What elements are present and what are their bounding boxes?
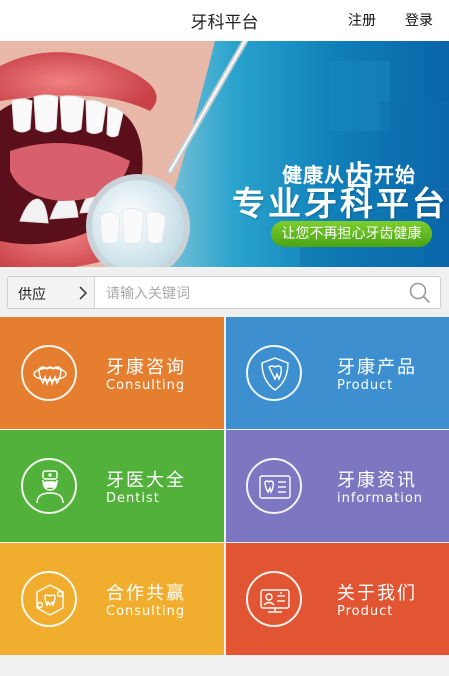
tile-title: 牙医大全 xyxy=(106,470,186,491)
banner-tagline: 让您不再担心牙齿健康 xyxy=(271,221,432,247)
tile-title: 合作共赢 xyxy=(106,583,186,604)
tile-consulting[interactable]: 牙康咨询 Consulting xyxy=(0,317,224,429)
tile-title: 牙康资讯 xyxy=(337,470,417,491)
category-select[interactable]: 供应 xyxy=(8,277,95,308)
tile-subtitle: Dentist xyxy=(106,491,160,506)
molecule-icon xyxy=(21,571,77,627)
banner-carousel[interactable]: 健康从齿开始 专业牙科平台 让您不再担心牙齿健康 xyxy=(0,41,449,267)
tile-title: 牙康产品 xyxy=(337,357,417,378)
tile-subtitle: information xyxy=(337,491,424,506)
profile-card-icon xyxy=(246,571,302,627)
tile-title: 关于我们 xyxy=(337,583,417,604)
tooth-card-icon xyxy=(246,458,302,514)
dentist-icon xyxy=(21,458,77,514)
tile-subtitle: Consulting xyxy=(106,378,186,393)
tooth-shield-icon xyxy=(246,345,302,401)
tile-cooperation[interactable]: 合作共赢 Consulting xyxy=(0,543,224,655)
category-label: 供应 xyxy=(18,287,46,303)
tile-product[interactable]: 牙康产品 Product xyxy=(226,317,449,429)
search-icon[interactable] xyxy=(408,281,432,305)
chevron-right-icon xyxy=(79,286,88,300)
tile-subtitle: Consulting xyxy=(106,604,186,619)
tile-title: 牙康咨询 xyxy=(106,357,186,378)
login-link[interactable]: 登录 xyxy=(405,10,433,30)
tile-subtitle: Product xyxy=(337,604,394,619)
tile-information[interactable]: 牙康资讯 information xyxy=(226,430,449,542)
tile-subtitle: Product xyxy=(337,378,394,393)
top-header: 牙科平台 注册 登录 xyxy=(0,0,449,41)
tile-about-us[interactable]: 关于我们 Product xyxy=(226,543,449,655)
register-link[interactable]: 注册 xyxy=(348,10,376,30)
teeth-icon xyxy=(21,345,77,401)
tile-dentist[interactable]: 牙医大全 Dentist xyxy=(0,430,224,542)
page-title: 牙科平台 xyxy=(190,13,259,33)
search-input[interactable] xyxy=(106,282,396,304)
banner-headline: 专业牙科平台 xyxy=(232,184,448,223)
search-bar: 供应 xyxy=(7,276,441,309)
